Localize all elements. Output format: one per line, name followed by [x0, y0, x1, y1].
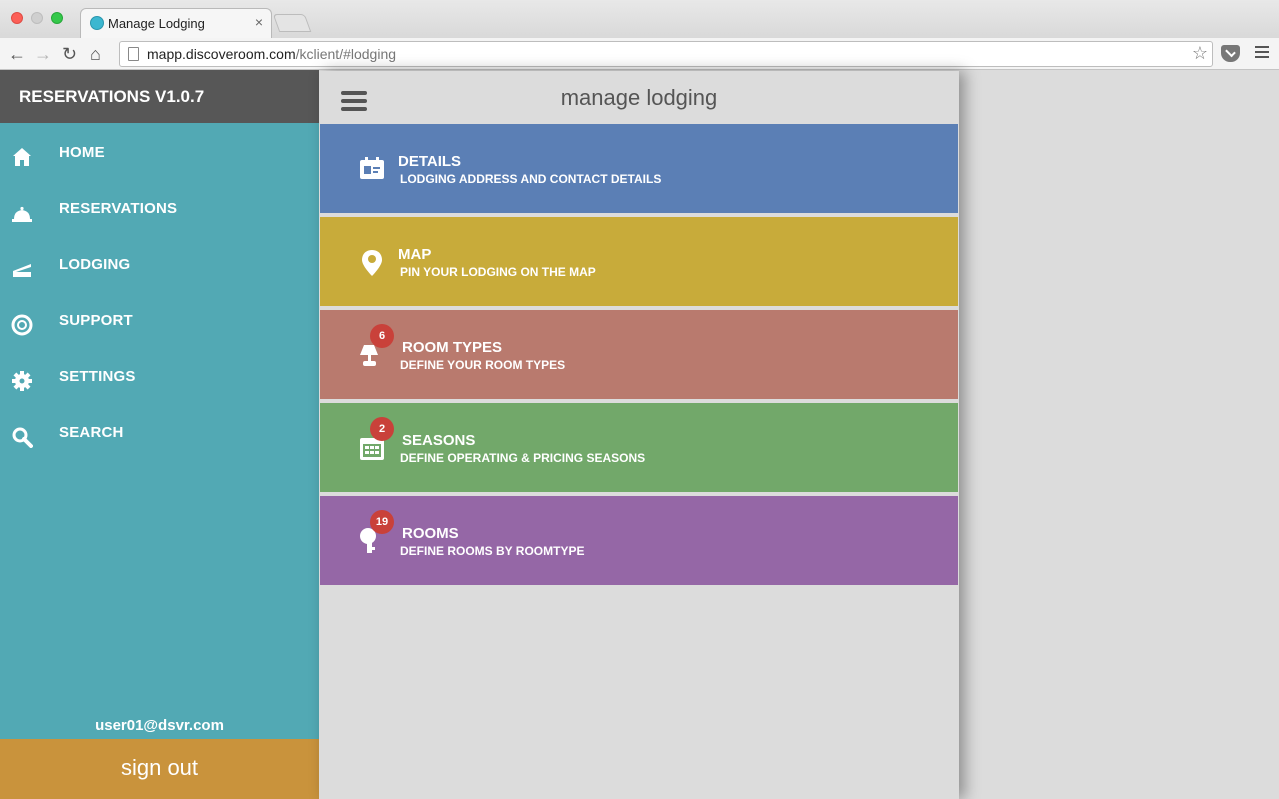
url-host: mapp.discoveroom.com [147, 46, 296, 62]
sidebar-item-search[interactable]: SEARCH [0, 416, 319, 464]
sidebar-item-settings[interactable]: SETTINGS [0, 360, 319, 408]
home-icon [13, 148, 31, 166]
browser-toolbar: ← → ↻ ⌂ mapp.discoveroom.com/kclient/#lo… [0, 38, 1279, 70]
card-room-types[interactable]: 6 ROOM TYPES DEFINE YOUR ROOM TYPES [320, 310, 958, 401]
card-title: SEASONS [402, 432, 476, 449]
tab-title: Manage Lodging [108, 16, 205, 31]
card-subtitle: DEFINE ROOMS BY ROOMTYPE [400, 544, 585, 558]
sidebar-item-label: SEARCH [59, 424, 124, 441]
card-title: ROOMS [402, 525, 459, 542]
browser-tab-bar: Manage Lodging × [0, 0, 1279, 38]
card-seasons[interactable]: 2 SEASONS DEFINE OPERATING & PRICING SEA… [320, 403, 958, 494]
sign-out-button[interactable]: sign out [0, 739, 319, 799]
card-subtitle: LODGING ADDRESS AND CONTACT DETAILS [400, 172, 662, 186]
page-title: manage lodging [560, 85, 718, 110]
map-pin-icon [362, 250, 382, 276]
tab-close-icon[interactable]: × [255, 14, 263, 30]
card-subtitle: DEFINE YOUR ROOM TYPES [400, 358, 566, 372]
home-browser-icon[interactable]: ⌂ [90, 42, 101, 66]
user-email: user01@dsvr.com [95, 717, 224, 734]
browser-menu-icon[interactable] [1255, 46, 1269, 60]
pocket-icon[interactable] [1221, 45, 1240, 62]
url-text[interactable]: mapp.discoveroom.com/kclient/#lodging [147, 46, 396, 62]
sign-out-label: sign out [120, 755, 199, 780]
card-subtitle: DEFINE OPERATING & PRICING SEASONS [400, 451, 646, 465]
page-icon [128, 47, 139, 61]
card-details[interactable]: DETAILS LODGING ADDRESS AND CONTACT DETA… [320, 124, 958, 215]
count-badge: 2 [370, 417, 394, 441]
id-card-icon [360, 157, 384, 179]
maximize-window-button[interactable] [51, 12, 63, 24]
sidebar-item-lodging[interactable]: LODGING [0, 248, 319, 296]
close-window-button[interactable] [11, 12, 23, 24]
count-badge: 6 [370, 324, 394, 348]
address-bar[interactable]: mapp.discoveroom.com/kclient/#lodging ☆ [119, 41, 1213, 67]
sidebar-item-label: HOME [59, 144, 105, 161]
sidebar-item-reservations[interactable]: RESERVATIONS [0, 192, 319, 240]
sidebar-item-label: SUPPORT [59, 312, 133, 329]
card-title: MAP [398, 246, 432, 263]
sidebar-item-label: LODGING [59, 256, 131, 273]
lifebuoy-icon [11, 314, 33, 336]
new-tab-button[interactable] [272, 14, 312, 32]
card-title: ROOM TYPES [402, 339, 503, 356]
search-icon [12, 427, 33, 448]
card-rooms[interactable]: 19 ROOMS DEFINE ROOMS BY ROOMTYPE [320, 496, 958, 587]
minimize-window-button[interactable] [31, 12, 43, 24]
app-title: RESERVATIONS V1.0.7 [19, 87, 205, 106]
bookmark-star-icon[interactable]: ☆ [1192, 43, 1208, 64]
manage-lodging-panel: manage lodging DETAILS LODGING ADDRESS A… [319, 71, 959, 799]
sidebar-item-label: RESERVATIONS [59, 200, 178, 217]
forward-arrow-icon[interactable]: → [34, 42, 52, 66]
url-path: /kclient/#lodging [295, 46, 397, 62]
sidebar-item-support[interactable]: SUPPORT [0, 304, 319, 352]
reload-icon[interactable]: ↻ [62, 42, 77, 66]
card-title: DETAILS [398, 153, 462, 170]
bell-icon [12, 206, 32, 222]
gear-icon [12, 371, 32, 391]
sidebar: RESERVATIONS V1.0.7 HOME RESERVATIONS LO… [0, 70, 319, 799]
browser-tab[interactable]: Manage Lodging × [80, 8, 272, 38]
card-subtitle: PIN YOUR LODGING ON THE MAP [400, 265, 596, 279]
panel-header: manage lodging [319, 71, 959, 124]
brand-header: RESERVATIONS V1.0.7 [0, 70, 319, 123]
favicon-icon [90, 16, 104, 30]
count-badge: 19 [370, 510, 394, 534]
bed-icon [13, 264, 31, 277]
sidebar-item-label: SETTINGS [59, 368, 136, 385]
sidebar-item-home[interactable]: HOME [0, 136, 319, 184]
back-arrow-icon[interactable]: ← [8, 42, 26, 66]
card-map[interactable]: MAP PIN YOUR LODGING ON THE MAP [320, 217, 958, 308]
